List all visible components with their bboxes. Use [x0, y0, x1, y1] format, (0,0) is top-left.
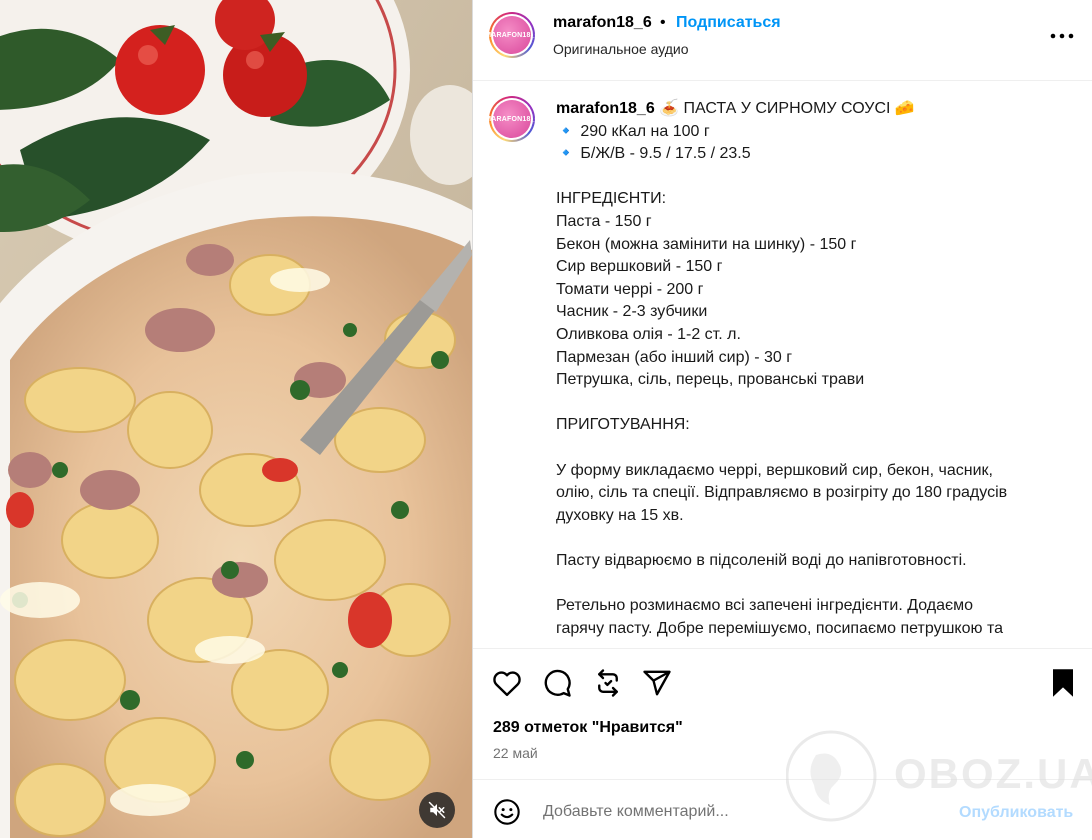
- oboz-watermark: OBOZ.UA: [785, 730, 1092, 830]
- caption-line: Паста - 150 г: [556, 212, 652, 230]
- more-horizontal-icon: [1050, 33, 1074, 39]
- caption-line: Часник - 2-3 зубчики: [556, 303, 708, 321]
- caption-line: Оливкова олія - 1-2 ст. л.: [556, 325, 741, 343]
- repost-icon: [598, 669, 618, 697]
- likes-count[interactable]: 289 отметок "Нравится": [493, 719, 683, 737]
- caption-line: олію, сіль та спеції. Відправляємо в роз…: [556, 484, 1008, 502]
- repost-button[interactable]: [592, 667, 624, 699]
- caption-title: 🍝 ПАСТА У СИРНОМУ СОУСІ 🧀: [654, 100, 915, 117]
- heart-icon: [493, 671, 521, 697]
- header-separator: •: [660, 14, 666, 31]
- caption-line: духовку на 15 хв.: [556, 506, 684, 524]
- mute-button[interactable]: [419, 792, 455, 828]
- caption-avatar-text: MARAFON18_6: [485, 100, 539, 138]
- caption-line: Ретельно розминаємо всі запечені інгреді…: [556, 597, 974, 615]
- caption-line: Бекон (можна замінити на шинку) - 150 г: [556, 235, 857, 253]
- post-date[interactable]: 22 май: [493, 745, 538, 761]
- video-frame-image: [0, 0, 472, 838]
- caption-line: [556, 166, 1066, 189]
- like-button[interactable]: [491, 667, 523, 699]
- caption-line: 🔹 290 кКал на 100 г: [556, 122, 710, 140]
- caption-area: MARAFON18_6 marafon18_6 🍝 ПАСТА У СИРНОМ…: [473, 80, 1092, 648]
- caption-username[interactable]: marafon18_6: [556, 100, 655, 117]
- comment-icon: [544, 669, 571, 697]
- caption-line: Пармезан (або інший сир) - 30 г: [556, 348, 793, 366]
- speaker-muted-icon: [428, 801, 446, 819]
- share-icon: [643, 670, 671, 696]
- smiley-icon: [494, 799, 520, 825]
- caption-line: [556, 437, 1066, 460]
- caption-line: 🔹 Б/Ж/В - 9.5 / 17.5 / 23.5: [556, 145, 751, 163]
- caption-line: ПРИГОТУВАННЯ:: [556, 416, 690, 434]
- caption-line: Томати черрі - 200 г: [556, 280, 704, 298]
- header-username[interactable]: marafon18_6: [553, 14, 652, 32]
- emoji-button[interactable]: [493, 798, 523, 828]
- more-options-button[interactable]: [1047, 24, 1077, 48]
- caption-line: гарячу пасту. Добре перемішуємо, посипає…: [556, 619, 1003, 637]
- post-panel: MARAFON18_6 marafon18_6 • Подписаться Ор…: [472, 0, 1092, 838]
- save-button[interactable]: [1047, 667, 1079, 699]
- caption-line: [556, 392, 1066, 415]
- caption-text: marafon18_6 🍝 ПАСТА У СИРНОМУ СОУСІ 🧀 🔹 …: [556, 98, 1066, 640]
- caption-line: [556, 527, 1066, 550]
- audio-link[interactable]: Оригинальное аудио: [553, 41, 689, 57]
- comment-button[interactable]: [541, 667, 573, 699]
- watermark-text: OBOZ.UA: [894, 750, 1092, 797]
- caption-line: Пасту відварюємо в підсоленій воді до на…: [556, 551, 967, 569]
- caption-line: Петрушка, сіль, перець, прованські трави: [556, 371, 865, 389]
- caption-line: [556, 572, 1066, 595]
- share-button[interactable]: [641, 667, 673, 699]
- caption-line: ІНГРЕДІЄНТИ:: [556, 190, 667, 208]
- avatar-text: MARAFON18_6: [485, 16, 539, 54]
- post-video[interactable]: [0, 0, 472, 838]
- bookmark-icon: [1053, 669, 1073, 697]
- post-header: MARAFON18_6 marafon18_6 • Подписаться Ор…: [473, 0, 1092, 81]
- caption-avatar[interactable]: MARAFON18_6: [485, 96, 539, 142]
- caption-line: Сир вершковий - 150 г: [556, 258, 723, 276]
- avatar[interactable]: MARAFON18_6: [485, 12, 539, 58]
- caption-line: У форму викладаємо черрі, вершковий сир,…: [556, 461, 993, 479]
- follow-button[interactable]: Подписаться: [676, 14, 781, 32]
